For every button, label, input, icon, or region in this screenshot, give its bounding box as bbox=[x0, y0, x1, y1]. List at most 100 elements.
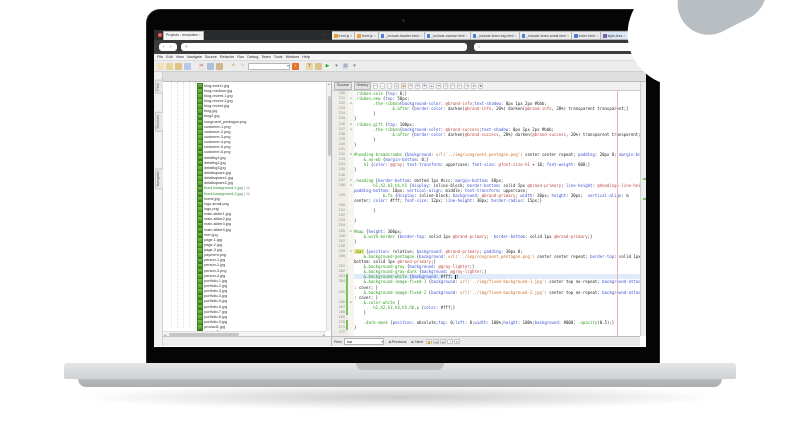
back-forward-buttons[interactable]: ‹ › bbox=[159, 43, 177, 51]
next-label: Next bbox=[415, 339, 423, 345]
vcs-status-badge: [-/A] bbox=[244, 192, 250, 196]
search-field[interactable]: ⌕ bbox=[474, 43, 634, 51]
editor-tab--include-header-html[interactable]: _include-header.html× bbox=[379, 31, 425, 40]
whole-words-icon[interactable]: ab bbox=[440, 339, 446, 345]
comment-icon[interactable]: // bbox=[443, 83, 449, 89]
window-group-dropdown-icon[interactable]: ▾ bbox=[351, 63, 358, 70]
menu-refactor[interactable]: Refactor bbox=[220, 54, 234, 60]
find-next-button[interactable]: ▶ Next bbox=[410, 339, 425, 345]
editor-tabs: front.js×front.js×_include-header.html×_… bbox=[332, 31, 640, 40]
menu-source[interactable]: Source bbox=[205, 54, 217, 60]
code-editor[interactable]: 230.ribbon.sale {top: 0;}231⊟.ribbon.new… bbox=[332, 91, 640, 336]
menu-navigate[interactable]: Navigate bbox=[187, 54, 202, 60]
highlight-search-icon[interactable]: ▣ bbox=[401, 83, 407, 89]
menu-debug[interactable]: Debug bbox=[247, 54, 258, 60]
menu-view[interactable]: View bbox=[176, 54, 184, 60]
change-mark[interactable] bbox=[643, 178, 646, 180]
tab-label: _include-team-big.html bbox=[477, 34, 513, 38]
close-icon[interactable]: × bbox=[623, 34, 625, 38]
next-arrow-icon: ▶ bbox=[411, 339, 414, 345]
forward-icon[interactable]: → bbox=[387, 83, 393, 89]
window-group-icon[interactable]: ▦ bbox=[342, 63, 349, 70]
find-previous-button[interactable]: ◀ Previous bbox=[386, 339, 407, 345]
editor-tab-index-html[interactable]: index.html× bbox=[572, 31, 601, 40]
shift-left-icon[interactable]: ⇤ bbox=[457, 83, 463, 89]
previous-occurrence-icon[interactable]: ▲ bbox=[429, 83, 435, 89]
next-bookmark-icon[interactable]: ⚑ bbox=[415, 83, 421, 89]
back-icon[interactable]: ← bbox=[380, 83, 386, 89]
start-macro-icon[interactable]: ● bbox=[471, 83, 477, 89]
address-bar[interactable]: + bbox=[181, 43, 467, 51]
build-project-icon[interactable]: Y bbox=[306, 63, 313, 70]
scroll-up-icon[interactable]: ▴ bbox=[328, 82, 330, 86]
webstart-icon[interactable]: ● bbox=[292, 63, 299, 70]
minimize-panel-icon[interactable]: − bbox=[322, 32, 325, 38]
close-icon[interactable]: × bbox=[374, 34, 376, 38]
menu-team[interactable]: Team bbox=[261, 54, 270, 60]
last-edit-location-icon[interactable]: ↩ bbox=[373, 83, 379, 89]
run-project-icon[interactable]: ▶ bbox=[324, 63, 331, 70]
shift-right-icon[interactable]: ⇥ bbox=[464, 83, 470, 89]
menu-help[interactable]: Help bbox=[302, 54, 310, 60]
menu-tools[interactable]: Tools bbox=[274, 54, 283, 60]
laptop-base-edge bbox=[78, 379, 722, 387]
copy-icon[interactable] bbox=[207, 63, 214, 70]
editor-tab--include-navbar-html[interactable]: _include-navbar.html× bbox=[425, 31, 471, 40]
tab-label: _include-navbar.html bbox=[431, 34, 464, 38]
view-source-button[interactable]: Source bbox=[334, 82, 352, 90]
code-line: 272 bbox=[332, 330, 640, 335]
menu-run[interactable]: Run bbox=[237, 54, 244, 60]
view-history-button[interactable]: History bbox=[354, 82, 372, 90]
redo-icon[interactable]: ↷ bbox=[239, 63, 246, 70]
close-icon[interactable]: × bbox=[567, 34, 569, 38]
find-selection-icon[interactable]: ◎ bbox=[394, 83, 400, 89]
next-occurrence-icon[interactable]: ▼ bbox=[436, 83, 442, 89]
projects-panel-tab[interactable]: Projects - templates × bbox=[163, 31, 204, 40]
match-case-icon[interactable]: Aa bbox=[433, 339, 439, 345]
find-input[interactable]: bar bbox=[344, 338, 384, 345]
close-icon[interactable]: × bbox=[514, 34, 516, 38]
run-configuration-combobox[interactable] bbox=[248, 63, 290, 70]
close-icon[interactable]: × bbox=[350, 34, 352, 38]
file-name: fixed-background-2.jpg bbox=[204, 192, 243, 196]
close-icon[interactable]: × bbox=[465, 34, 467, 38]
close-button[interactable] bbox=[158, 33, 162, 37]
error-stripe[interactable] bbox=[640, 82, 646, 336]
paste-icon[interactable] bbox=[216, 63, 223, 70]
editor-tab--include-team-small-html[interactable]: _include-team-small.html× bbox=[520, 31, 573, 40]
change-mark[interactable] bbox=[643, 198, 646, 200]
close-icon[interactable]: × bbox=[596, 34, 598, 38]
file-name: main-slider4.jpg bbox=[204, 228, 231, 232]
tree-vertical-scrollbar[interactable]: ▴ bbox=[326, 82, 331, 331]
regex-icon[interactable]: .* bbox=[447, 339, 453, 345]
menu-window[interactable]: Window bbox=[286, 54, 300, 60]
file-name: customer-6.png bbox=[204, 150, 230, 154]
editor-tab-front-js[interactable]: front.js× bbox=[332, 31, 355, 40]
uncomment-icon[interactable]: /* bbox=[450, 83, 456, 89]
toggle-bookmark-icon[interactable]: ⚑ bbox=[422, 83, 428, 89]
left-rail: FilesServicesNavigator bbox=[154, 72, 163, 346]
editor-tab-style-less[interactable]: style.less× bbox=[601, 31, 628, 40]
cut-icon[interactable]: ✂ bbox=[198, 63, 205, 70]
clean-build-project-icon[interactable] bbox=[315, 63, 322, 70]
close-icon[interactable]: × bbox=[199, 33, 201, 37]
save-all-icon[interactable] bbox=[184, 63, 191, 70]
new-project-icon[interactable] bbox=[166, 63, 173, 70]
html-file-icon bbox=[473, 34, 477, 38]
tab-label: _include-team-small.html bbox=[526, 34, 566, 38]
editor-tab--include-team-big-html[interactable]: _include-team-big.html× bbox=[471, 31, 520, 40]
stop-macro-icon[interactable]: ■ bbox=[478, 83, 484, 89]
menu-edit[interactable]: Edit bbox=[166, 54, 173, 60]
editor-tab-front-js[interactable]: front.js× bbox=[355, 31, 378, 40]
undo-icon[interactable]: ↶ bbox=[230, 63, 237, 70]
new-file-icon[interactable] bbox=[157, 63, 164, 70]
run-dropdown-icon[interactable]: ▾ bbox=[333, 63, 340, 70]
close-icon[interactable]: × bbox=[420, 34, 422, 38]
highlight-results-icon[interactable]: ▆ bbox=[426, 339, 432, 345]
previous-bookmark-icon[interactable]: ⚑ bbox=[408, 83, 414, 89]
wrap-search-icon[interactable]: ↻ bbox=[454, 339, 460, 345]
scrollbar-thumb[interactable] bbox=[328, 96, 332, 156]
menu-file[interactable]: File bbox=[157, 54, 163, 60]
right-margin-line bbox=[617, 91, 618, 336]
open-project-icon[interactable] bbox=[175, 63, 182, 70]
